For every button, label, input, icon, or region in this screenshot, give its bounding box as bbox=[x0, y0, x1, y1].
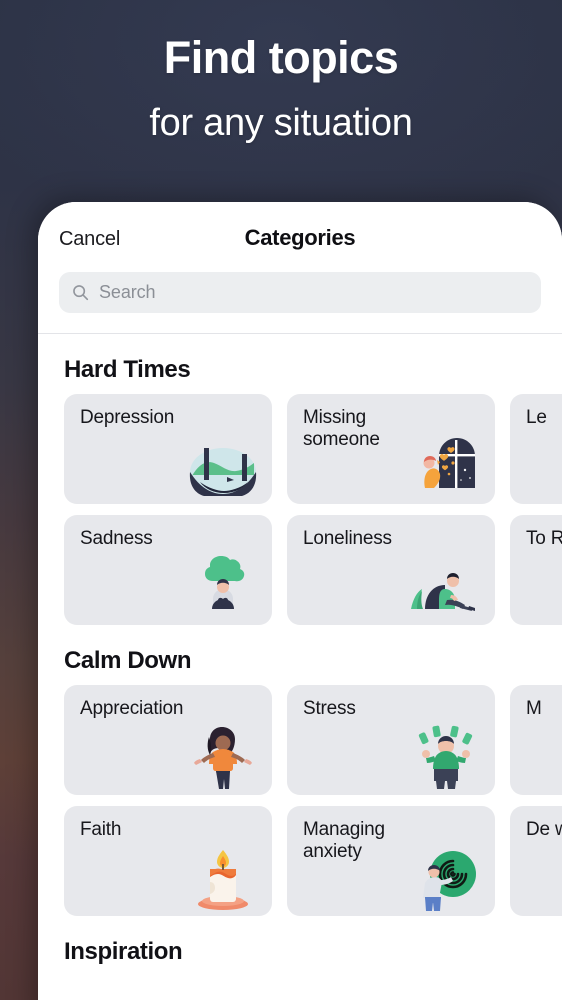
category-card-label: M bbox=[526, 698, 542, 719]
navigation-bar: Cancel Categories bbox=[38, 202, 562, 272]
search-input[interactable]: Search bbox=[59, 272, 541, 313]
category-card-label: Appreciation bbox=[80, 698, 184, 719]
category-card[interactable]: Le bbox=[510, 394, 562, 504]
category-card-label: De w bbox=[526, 819, 562, 840]
category-card-label: Depression bbox=[80, 407, 175, 428]
section-title: Calm Down bbox=[64, 647, 192, 674]
category-section: Hard Times Depression Missing someone Le… bbox=[38, 334, 562, 625]
category-card[interactable]: Stress bbox=[287, 685, 495, 795]
phone-mockup: Cancel Categories Search Hard Times Depre… bbox=[38, 202, 562, 1000]
category-card-label: Le bbox=[526, 407, 547, 428]
category-card[interactable]: Faith bbox=[64, 806, 272, 916]
shrugging-woman-illustration bbox=[180, 721, 266, 793]
category-card[interactable]: M bbox=[510, 685, 562, 795]
candle-illustration bbox=[180, 842, 266, 914]
window-illustration bbox=[403, 430, 489, 502]
section-title: Hard Times bbox=[64, 356, 191, 383]
category-card[interactable]: Sadness bbox=[64, 515, 272, 625]
valley-illustration bbox=[180, 430, 266, 502]
category-card-grid: Depression Missing someone Le Sadness Lo… bbox=[38, 394, 562, 625]
category-card[interactable]: De w bbox=[510, 806, 562, 916]
spiral-illustration bbox=[403, 842, 489, 914]
section-title: Inspiration bbox=[64, 938, 183, 965]
category-section: Calm Down Appreciation Stress M Faith Ma… bbox=[38, 625, 562, 916]
category-section: Inspiration bbox=[38, 916, 562, 976]
stressed-man-illustration bbox=[403, 721, 489, 793]
category-card[interactable]: Appreciation bbox=[64, 685, 272, 795]
search-icon bbox=[73, 285, 89, 301]
category-card[interactable]: Depression bbox=[64, 394, 272, 504]
promo-headline: Find topics for any situation bbox=[0, 32, 562, 145]
thought-cloud-illustration bbox=[180, 551, 266, 623]
category-card[interactable]: Missing someone bbox=[287, 394, 495, 504]
category-card-label: Faith bbox=[80, 819, 122, 840]
category-card[interactable]: Loneliness bbox=[287, 515, 495, 625]
categories-scroll-area[interactable]: Hard Times Depression Missing someone Le… bbox=[38, 334, 562, 1000]
page-title: Categories bbox=[244, 225, 356, 250]
headline-line-1: Find topics bbox=[163, 32, 399, 83]
search-placeholder-text: Search bbox=[99, 282, 156, 302]
category-card-label: Stress bbox=[303, 698, 356, 719]
category-card-grid: Appreciation Stress M Faith Managing anx… bbox=[38, 685, 562, 916]
category-card-label: Sadness bbox=[80, 528, 153, 549]
category-card[interactable]: Managing anxiety bbox=[287, 806, 495, 916]
search-bar-container: Search bbox=[38, 272, 562, 333]
category-card[interactable]: To Re bbox=[510, 515, 562, 625]
category-card-label: To Re bbox=[526, 528, 562, 549]
headline-line-2: for any situation bbox=[149, 101, 413, 144]
sitting-person-illustration bbox=[403, 551, 489, 623]
category-card-label: Loneliness bbox=[303, 528, 392, 549]
